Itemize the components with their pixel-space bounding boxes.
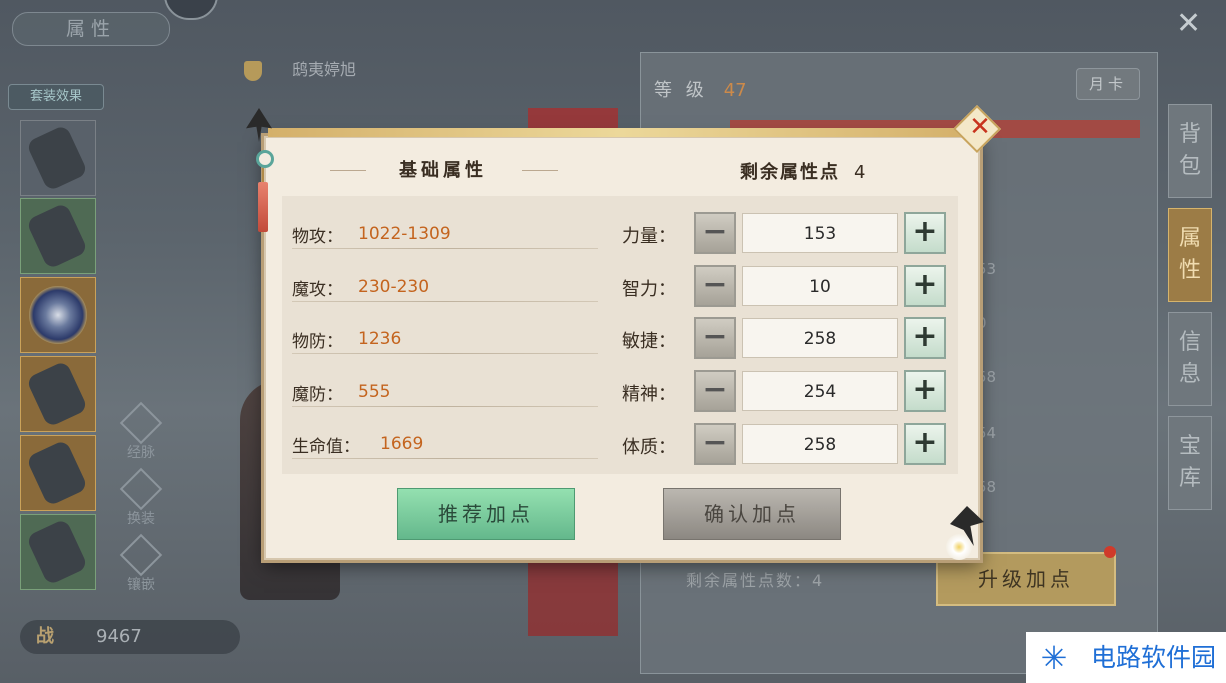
agility-value-field[interactable]: 258	[742, 318, 898, 358]
player-name-text: 鸱夷婷旭	[292, 60, 357, 79]
notification-dot	[1104, 546, 1116, 558]
attr-label-strength: 力量：	[622, 226, 676, 247]
change-outfit-button[interactable]: 换装	[116, 467, 166, 528]
meridian-icon	[119, 401, 163, 445]
intelligence-minus-button[interactable]: −	[694, 265, 736, 307]
equipment-slot-belt[interactable]	[20, 435, 96, 511]
outfit-icon	[119, 467, 163, 511]
equipment-slot-gloves[interactable]	[20, 356, 96, 432]
combat-power: 战 9467	[20, 620, 240, 654]
tab-treasury[interactable]: 宝库	[1168, 416, 1212, 510]
level-row: 等 级 47	[654, 76, 747, 102]
stat-row-physical-defense: 物防： 1236	[292, 317, 598, 357]
stat-value: 1236	[358, 329, 402, 349]
attr-label-agility: 敏捷：	[622, 331, 676, 352]
dialog-close-button[interactable]: ✕	[964, 111, 996, 143]
stat-label: 生命值：	[292, 437, 360, 457]
panel-remaining-points: 剩余属性点数：4	[686, 567, 824, 591]
remaining-label: 剩余属性点	[740, 162, 840, 183]
change-outfit-label: 换装	[127, 511, 155, 527]
meridian-button[interactable]: 经脉	[116, 401, 166, 462]
flower-ornament-icon	[946, 534, 972, 560]
stat-divider	[292, 353, 598, 354]
stat-label: 魔攻：	[292, 280, 343, 300]
panel-remaining-value: 4	[812, 571, 825, 590]
stat-divider	[292, 248, 598, 249]
dialog-top-trim	[268, 128, 972, 137]
equipment-slot-armor[interactable]	[20, 120, 96, 196]
stat-value: 230-230	[358, 277, 430, 297]
tab-divider-left	[330, 170, 366, 171]
attr-label-intelligence: 智力：	[622, 279, 676, 300]
stat-row-magic-attack: 魔攻： 230-230	[292, 265, 598, 305]
equipment-slot-shield[interactable]	[20, 277, 96, 353]
page-title: 属性	[12, 12, 170, 46]
power-label: 战	[36, 626, 54, 647]
remaining-value: 4	[854, 162, 868, 183]
stat-value: 1022-1309	[358, 224, 451, 244]
equipment-slot-weapon[interactable]	[20, 198, 96, 274]
watermark-logo-icon: ✳	[1040, 639, 1068, 677]
stat-divider	[292, 458, 598, 459]
meridian-label: 经脉	[127, 445, 155, 461]
strength-plus-button[interactable]: +	[904, 212, 946, 254]
recommend-points-button[interactable]: 推荐加点	[397, 488, 575, 540]
power-value: 9467	[96, 626, 142, 647]
upgrade-points-button[interactable]: 升级加点	[936, 552, 1116, 606]
spirit-minus-button[interactable]: −	[694, 370, 736, 412]
gloves-icon	[25, 360, 89, 428]
stat-row-hp: 生命值： 1669	[292, 422, 598, 462]
belt-icon	[25, 439, 89, 507]
attr-label-spirit: 精神：	[622, 384, 676, 405]
shield-icon	[29, 286, 87, 344]
jade-ring-ornament-icon	[256, 150, 274, 168]
stat-value: 555	[358, 382, 391, 402]
weapon-icon	[25, 202, 89, 270]
set-effect-button[interactable]: 套装效果	[8, 84, 104, 110]
equipment-slot-boots[interactable]	[20, 514, 96, 590]
stat-divider	[292, 301, 598, 302]
armor-icon	[25, 124, 89, 192]
level-value: 47	[723, 80, 747, 101]
intelligence-value-field[interactable]: 10	[742, 266, 898, 306]
attr-label-constitution: 体质：	[622, 437, 676, 458]
stat-divider	[292, 406, 598, 407]
strength-value-field[interactable]: 153	[742, 213, 898, 253]
boots-icon	[25, 518, 89, 586]
tab-bag[interactable]: 背包	[1168, 104, 1212, 198]
strength-minus-button[interactable]: −	[694, 212, 736, 254]
gem-icon	[119, 533, 163, 577]
tab-info[interactable]: 信息	[1168, 312, 1212, 406]
player-name: 鸱夷婷旭	[244, 56, 356, 81]
agility-minus-button[interactable]: −	[694, 317, 736, 359]
stat-label: 物防：	[292, 332, 343, 352]
stat-value: 1669	[380, 434, 424, 454]
tab-basic-attributes[interactable]: 基础属性	[368, 156, 518, 186]
tab-divider-right	[522, 170, 558, 171]
inlay-label: 镶嵌	[127, 577, 155, 593]
level-label: 等 级	[654, 80, 708, 101]
confirm-points-button[interactable]: 确认加点	[663, 488, 841, 540]
remaining-points: 剩余属性点 4	[740, 158, 867, 184]
constitution-plus-button[interactable]: +	[904, 423, 946, 465]
inlay-button[interactable]: 镶嵌	[116, 533, 166, 594]
constitution-value-field[interactable]: 258	[742, 424, 898, 464]
month-card-button[interactable]: 月卡	[1076, 68, 1140, 100]
intelligence-plus-button[interactable]: +	[904, 265, 946, 307]
stat-label: 物攻：	[292, 227, 343, 247]
stat-row-physical-attack: 物攻： 1022-1309	[292, 212, 598, 252]
spirit-value-field[interactable]: 254	[742, 371, 898, 411]
constitution-minus-button[interactable]: −	[694, 423, 736, 465]
tab-attributes[interactable]: 属性	[1168, 208, 1212, 302]
watermark-text: 电路软件园	[1090, 643, 1216, 672]
guild-shield-icon	[244, 60, 262, 81]
tassel-icon	[258, 182, 268, 232]
close-window-button[interactable]: ✕	[1176, 6, 1201, 42]
spirit-plus-button[interactable]: +	[904, 370, 946, 412]
stat-label: 魔防：	[292, 385, 343, 405]
stat-row-magic-defense: 魔防： 555	[292, 370, 598, 410]
panel-remaining-label: 剩余属性点数：	[686, 571, 813, 590]
agility-plus-button[interactable]: +	[904, 317, 946, 359]
top-orb-decoration	[164, 0, 218, 20]
